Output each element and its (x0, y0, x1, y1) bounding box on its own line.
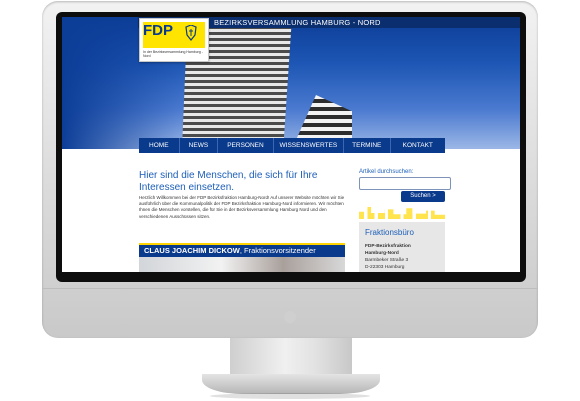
person-section-title: CLAUS JOACHIM DICKOW, Fraktionsvorsitzen… (144, 246, 316, 255)
nav-item-news[interactable]: NEWS (180, 138, 219, 153)
office-line: Hamburg-Nord (365, 251, 399, 256)
monitor-stand-base (202, 374, 380, 394)
search-input[interactable] (359, 177, 451, 190)
office-line: D-22303 Hamburg (365, 265, 405, 270)
nav-item-kontakt[interactable]: KONTAKT (391, 138, 445, 153)
nav-item-termine[interactable]: TERMINE (344, 138, 391, 153)
logo-text: FDP (143, 22, 173, 39)
monitor-chin-divider (42, 288, 538, 289)
intro-text: Herzlich Willkommen bei der FDP Bezirksf… (139, 195, 345, 219)
hamburg-skyline-graphic (359, 207, 445, 219)
office-line: FDP-Bezirksfraktion (365, 244, 411, 249)
site-title: BEZIRKSVERSAMMLUNG HAMBURG - NORD (214, 18, 381, 27)
site-logo[interactable]: FDP In der Bezirksversammlung Hamburg -N… (139, 18, 209, 62)
page-headline: Hier sind die Menschen, die sich für Ihr… (139, 170, 318, 193)
website-screen: BEZIRKSVERSAMMLUNG HAMBURG - NORD FDP In… (62, 17, 520, 272)
person-name[interactable]: CLAUS JOACHIM DICKOW (144, 246, 240, 255)
office-title: Fraktionsbüro (365, 228, 414, 237)
monitor-stand (230, 338, 352, 378)
nav-item-personen[interactable]: PERSONEN (218, 138, 274, 153)
logo-subtitle: In der Bezirksversammlung Hamburg -Nord (143, 50, 203, 58)
hamburg-emblem-icon (184, 24, 198, 41)
person-role: , Fraktionsvorsitzender (239, 246, 316, 255)
search-button[interactable]: Suchen > (401, 191, 445, 202)
office-address: FDP-Bezirksfraktion Hamburg-Nord Barmbek… (365, 243, 411, 271)
nav-item-home[interactable]: HOME (139, 138, 180, 153)
search-label: Artikel durchsuchen: (359, 169, 414, 175)
monitor-logo-icon (284, 311, 296, 323)
hero-banner (62, 17, 520, 149)
office-info-box: Fraktionsbüro FDP-Bezirksfraktion Hambur… (359, 222, 445, 272)
nav-item-wissenswertes[interactable]: WISSENSWERTES (274, 138, 344, 153)
main-navigation: HOME NEWS PERSONEN WISSENSWERTES TERMINE… (139, 138, 445, 153)
monitor-shadow (210, 393, 370, 399)
person-section-header: CLAUS JOACHIM DICKOW, Fraktionsvorsitzen… (139, 243, 345, 257)
office-line: Barmbeker Straße 3 (365, 258, 409, 263)
person-photo (139, 257, 345, 272)
